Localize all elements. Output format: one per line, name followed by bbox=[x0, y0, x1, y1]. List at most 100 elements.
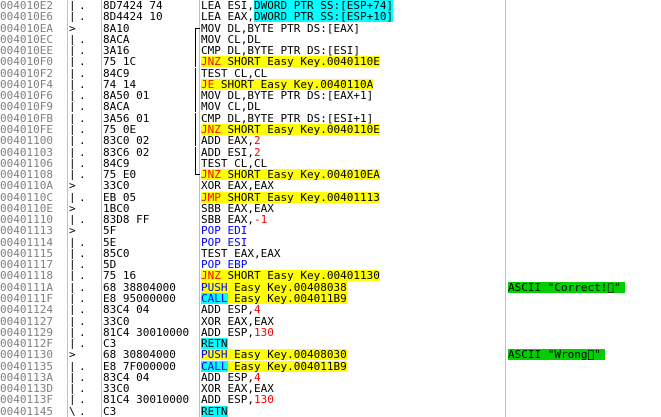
jump-marker: | bbox=[69, 192, 76, 203]
instruction-row[interactable]: 00401135 |. E8 7F000000 CALL Easy_Key.00401… bbox=[0, 361, 661, 372]
instruction-row[interactable]: 004010F0|.v75 1CJNZ SHORT Easy_Key.00401… bbox=[0, 56, 661, 67]
jump-marker: | bbox=[69, 327, 76, 338]
instruction-row[interactable]: 00401113 >5F POP EDI bbox=[0, 225, 661, 236]
jump-direction: . bbox=[79, 383, 85, 394]
instruction-row[interactable]: 00401114 |. 5E POP ESI bbox=[0, 237, 661, 248]
instruction-address: 004010F0 bbox=[0, 56, 53, 67]
instruction-row[interactable]: 0040110C|.vEB 05JMP SHORT Easy_Key.00401… bbox=[0, 192, 661, 203]
asm-token: 130 bbox=[253, 327, 274, 338]
asm-token: 2 bbox=[253, 135, 261, 146]
instruction-address: 00401130 bbox=[0, 349, 53, 360]
disassembly-pane[interactable]: 004010E2 |. 8D7424 74 LEA ESI,DWORD PTR SS:… bbox=[0, 0, 661, 417]
asm-token: JNZ bbox=[201, 169, 221, 180]
instruction-row[interactable]: 004010E2 |. 8D7424 74 LEA ESI,DWORD PTR SS:… bbox=[0, 0, 661, 11]
instruction-row[interactable]: 004010F6 |. 8A50 01 MOV DL,BYTE PTR DS:[EAX… bbox=[0, 90, 661, 101]
jump-marker: | bbox=[69, 372, 76, 383]
instruction-address: 004010FE bbox=[0, 124, 53, 135]
asm-token: SBB EAX, bbox=[201, 214, 254, 225]
instruction-row[interactable]: 00401110 |. 83D8 FF SBB EAX,-1 bbox=[0, 214, 661, 225]
asm-token: ADD ESP, bbox=[201, 327, 254, 338]
asm-token: POP EDI bbox=[201, 225, 248, 236]
jump-direction: . bbox=[79, 406, 85, 417]
asm-token: POP ESI bbox=[201, 237, 248, 248]
instruction-row[interactable]: 004010E6 |. 8D4424 10 LEA EAX,DWORD PTR SS:… bbox=[0, 11, 661, 22]
instruction-row[interactable]: 00401124 |. 83C4 04 ADD ESP,4 bbox=[0, 304, 661, 315]
instruction-row[interactable]: 0040113D |. 33C0 XOR EAX,EAX bbox=[0, 383, 661, 394]
instruction-row[interactable]: 00401115 |. 85C0 TEST EAX,EAX bbox=[0, 248, 661, 259]
instruction-row[interactable]: 0040113F |. 81C4 30010000 ADD ESP,130 bbox=[0, 394, 661, 405]
jump-marker: | bbox=[69, 45, 76, 56]
instruction-row[interactable]: 00401130 >68 30804000 PUSH Easy_Key.004080… bbox=[0, 349, 661, 360]
instruction-row[interactable]: 004010F2 |. 84C9 TEST CL,CL bbox=[0, 68, 661, 79]
instruction-address: 004010EE bbox=[0, 45, 53, 56]
instruction-asm: CMP DL,BYTE PTR DS:[ESI+1] bbox=[201, 113, 441, 124]
loop-bracket bbox=[192, 45, 200, 56]
asm-token: CALL bbox=[201, 361, 228, 372]
instruction-row[interactable]: 004010EC |. 8ACA MOV CL,DL bbox=[0, 34, 661, 45]
instruction-asm: XOR EAX,EAX bbox=[201, 383, 441, 394]
instruction-row[interactable]: 004010FE|.v75 0EJNZ SHORT Easy_Key.00401… bbox=[0, 124, 661, 135]
instruction-row[interactable]: 00401106 |. 84C9 TEST CL,CL bbox=[0, 158, 661, 169]
instruction-row[interactable]: 0040113A |. 83C4 04 ADD ESP,4 bbox=[0, 372, 661, 383]
instruction-address: 00401135 bbox=[0, 361, 53, 372]
asm-token: XOR EAX,EAX bbox=[201, 180, 274, 191]
instruction-row[interactable]: 0040110A >33C0 XOR EAX,EAX bbox=[0, 180, 661, 191]
loop-bracket bbox=[192, 158, 200, 169]
loop-bracket bbox=[192, 113, 200, 124]
instruction-row[interactable]: 004010F9 |. 8ACA MOV CL,DL bbox=[0, 101, 661, 112]
instruction-row[interactable]: 00401108|.^75 E0JNZ SHORT Easy_Key.00401… bbox=[0, 169, 661, 180]
jump-marker: | bbox=[69, 394, 76, 405]
asm-token: SBB EAX,EAX bbox=[201, 203, 274, 214]
instruction-asm: MOV CL,DL bbox=[201, 101, 441, 112]
instruction-address: 0040111A bbox=[0, 282, 53, 293]
instruction-row[interactable]: 004010EA >8A10 MOV DL,BYTE PTR DS:[EAX] bbox=[0, 23, 661, 34]
loop-bracket bbox=[192, 147, 200, 158]
instruction-row[interactable]: 0040110E >1BC0 SBB EAX,EAX bbox=[0, 203, 661, 214]
instruction-row[interactable]: 0040111F |. E8 95000000 CALL Easy_Key.00401… bbox=[0, 293, 661, 304]
jump-marker: \ bbox=[69, 406, 76, 417]
loop-bracket bbox=[192, 169, 200, 180]
asm-token: LEA ESI, bbox=[201, 0, 254, 11]
instruction-row[interactable]: 004010FB |. 3A56 01 CMP DL,BYTE PTR DS:[ESI… bbox=[0, 113, 661, 124]
instruction-row[interactable]: 0040112F |. C3 RETN bbox=[0, 338, 661, 349]
jump-direction: .^ bbox=[79, 169, 85, 180]
asm-token: PUSH bbox=[201, 282, 228, 293]
asm-token: SHORT Easy_Key.00401113 bbox=[220, 192, 380, 203]
jump-marker: | bbox=[69, 147, 76, 158]
instruction-asm: ADD ESP,4 bbox=[201, 372, 441, 383]
instruction-row[interactable]: 00401103 |. 83C6 02 ADD ESI,2 bbox=[0, 147, 661, 158]
jump-direction: . bbox=[79, 68, 85, 79]
instruction-row[interactable]: 004010EE |. 3A16 CMP DL,BYTE PTR DS:[ESI] bbox=[0, 45, 661, 56]
asm-token: MOV CL,DL bbox=[201, 101, 261, 112]
jump-marker: > bbox=[69, 180, 76, 191]
instruction-row[interactable]: 00401117 |. 5D POP EBP bbox=[0, 259, 661, 270]
instruction-asm: ADD ESP,130 bbox=[201, 327, 441, 338]
instruction-row[interactable]: 00401145 \. C3 RETN bbox=[0, 406, 661, 417]
jump-direction: . bbox=[79, 237, 85, 248]
jump-direction: . bbox=[79, 11, 85, 22]
instruction-asm: CALL Easy_Key.004011B9 bbox=[201, 361, 441, 372]
instruction-address: 004010F2 bbox=[0, 68, 53, 79]
jump-marker: | bbox=[69, 79, 76, 90]
asm-token: JNZ bbox=[201, 124, 221, 135]
instruction-asm: POP EBP bbox=[201, 259, 441, 270]
instruction-row[interactable]: 004010F4|.v74 14JE SHORT Easy_Key.004011… bbox=[0, 79, 661, 90]
loop-bracket bbox=[192, 68, 200, 79]
jump-direction: . bbox=[79, 316, 85, 327]
jump-direction: . bbox=[79, 259, 85, 270]
jump-direction: . bbox=[79, 304, 85, 315]
instruction-row[interactable]: 00401100 |. 83C0 02 ADD EAX,2 bbox=[0, 135, 661, 146]
jump-marker: | bbox=[69, 158, 76, 169]
jump-marker: | bbox=[69, 304, 76, 315]
asm-token: RETN bbox=[201, 406, 228, 417]
asm-token: LEA EAX, bbox=[201, 11, 254, 22]
instruction-row[interactable]: 00401118|.v75 16JNZ SHORT Easy_Key.00401… bbox=[0, 270, 661, 281]
instruction-row[interactable]: 0040111A |. 68 38804000 PUSH Easy_Key.00408… bbox=[0, 282, 661, 293]
instruction-row[interactable]: 00401127 |. 33C0 XOR EAX,EAX bbox=[0, 316, 661, 327]
jump-marker: | bbox=[69, 259, 76, 270]
jump-direction: . bbox=[79, 0, 85, 11]
asm-token: MOV CL,DL bbox=[201, 34, 261, 45]
instruction-row[interactable]: 00401129 |. 81C4 30010000 ADD ESP,130 bbox=[0, 327, 661, 338]
loop-bracket bbox=[192, 23, 200, 34]
instruction-asm: SBB EAX,EAX bbox=[201, 203, 441, 214]
